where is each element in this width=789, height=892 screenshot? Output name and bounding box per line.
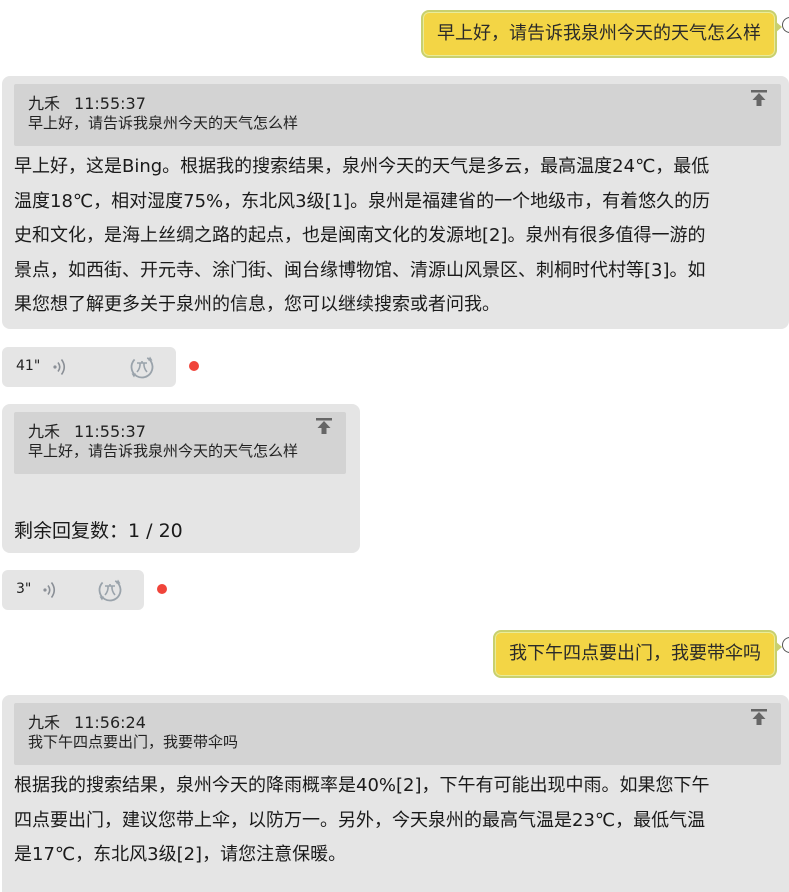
quoted-message[interactable]: 九禾 11:56:24 我下午四点要出门，我要带伞吗 [14, 703, 781, 765]
quote-time: 11:55:37 [74, 94, 146, 113]
user-message-bubble[interactable]: 我下午四点要出门，我要带伞吗 [493, 630, 782, 678]
user-message-bubble[interactable]: 早上好，请告诉我泉州今天的天气怎么样 [421, 10, 782, 58]
reply-line: 景点，如西街、开元寺、涂门街、闽台缘博物馆、清源山风景区、刺桐时代村等[3]。如 [14, 259, 706, 281]
bot-reply-text: 根据我的搜索结果，泉州今天的降雨概率是40%[2]，下午有可能出现中雨。如果您下… [14, 769, 710, 873]
quote-text: 我下午四点要出门，我要带伞吗 [28, 733, 239, 751]
quote-meta: 九禾 11:55:37 [28, 418, 146, 442]
quote-author: 九禾 [28, 713, 61, 732]
reply-line: 是17℃，东北风3级[2]，请您注意保暖。 [14, 844, 347, 865]
quote-meta: 九禾 11:56:24 [28, 709, 146, 733]
reply-line: 早上好，这是Bing。根据我的搜索结果，泉州今天的天气是多云，最高温度24℃，最… [14, 156, 710, 177]
reply-line: 果您想了解更多关于泉州的信息，您可以继续搜索或者问我。 [14, 294, 500, 315]
voice-wave-icon[interactable] [42, 581, 58, 599]
voice-playback-bar[interactable]: 3" [2, 570, 144, 610]
translate-icon[interactable] [96, 576, 124, 604]
quote-text: 早上好，请告诉我泉州今天的天气怎么样 [28, 114, 299, 132]
unread-indicator [189, 361, 199, 371]
unread-indicator [157, 584, 167, 594]
quoted-message[interactable]: 九禾 11:55:37 早上好，请告诉我泉州今天的天气怎么样 [14, 412, 346, 474]
pin-to-top-icon[interactable] [749, 88, 769, 108]
translate-icon[interactable] [128, 353, 156, 381]
quote-time: 11:55:37 [74, 422, 146, 441]
pin-to-top-icon[interactable] [314, 416, 334, 436]
reply-line: 根据我的搜索结果，泉州今天的降雨概率是40%[2]，下午有可能出现中雨。如果您下… [14, 775, 710, 796]
remaining-replies: 剩余回复数：1 / 20 [14, 520, 183, 542]
bot-message-bubble[interactable]: 九禾 11:55:37 早上好，请告诉我泉州今天的天气怎么样 剩余回复数：1 / … [2, 404, 360, 553]
reply-line: 温度18℃，相对湿度75%，东北风3级[1]。泉州是福建省的一个地级市，有着悠久… [14, 190, 711, 212]
pin-to-top-icon[interactable] [749, 707, 769, 727]
voice-duration: 3" [16, 581, 32, 597]
user-avatar[interactable] [782, 17, 789, 33]
voice-playback-bar[interactable]: 41" [2, 347, 176, 387]
quote-time: 11:56:24 [74, 713, 146, 732]
quoted-message[interactable]: 九禾 11:55:37 早上好，请告诉我泉州今天的天气怎么样 [14, 84, 781, 146]
bot-message-bubble[interactable]: 九禾 11:55:37 早上好，请告诉我泉州今天的天气怎么样 早上好，这是Bing… [2, 76, 789, 329]
quote-text: 早上好，请告诉我泉州今天的天气怎么样 [28, 442, 299, 460]
reply-line: 史和文化，是海上丝绸之路的起点，也是闽南文化的发源地[2]。泉州有很多值得一游的 [14, 225, 706, 246]
reply-line: 四点要出门，建议您带上伞，以防万一。另外，今天泉州的最高气温是23℃，最低气温 [14, 809, 706, 831]
voice-duration: 41" [16, 358, 41, 374]
user-avatar[interactable] [782, 637, 789, 653]
bot-reply-text: 早上好，这是Bing。根据我的搜索结果，泉州今天的天气是多云，最高温度24℃，最… [14, 150, 710, 323]
voice-wave-icon[interactable] [52, 358, 68, 376]
bot-message-bubble[interactable]: 九禾 11:56:24 我下午四点要出门，我要带伞吗 根据我的搜索结果，泉州今天的… [2, 695, 789, 892]
quote-author: 九禾 [28, 422, 61, 441]
quote-meta: 九禾 11:55:37 [28, 90, 146, 114]
quote-author: 九禾 [28, 94, 61, 113]
